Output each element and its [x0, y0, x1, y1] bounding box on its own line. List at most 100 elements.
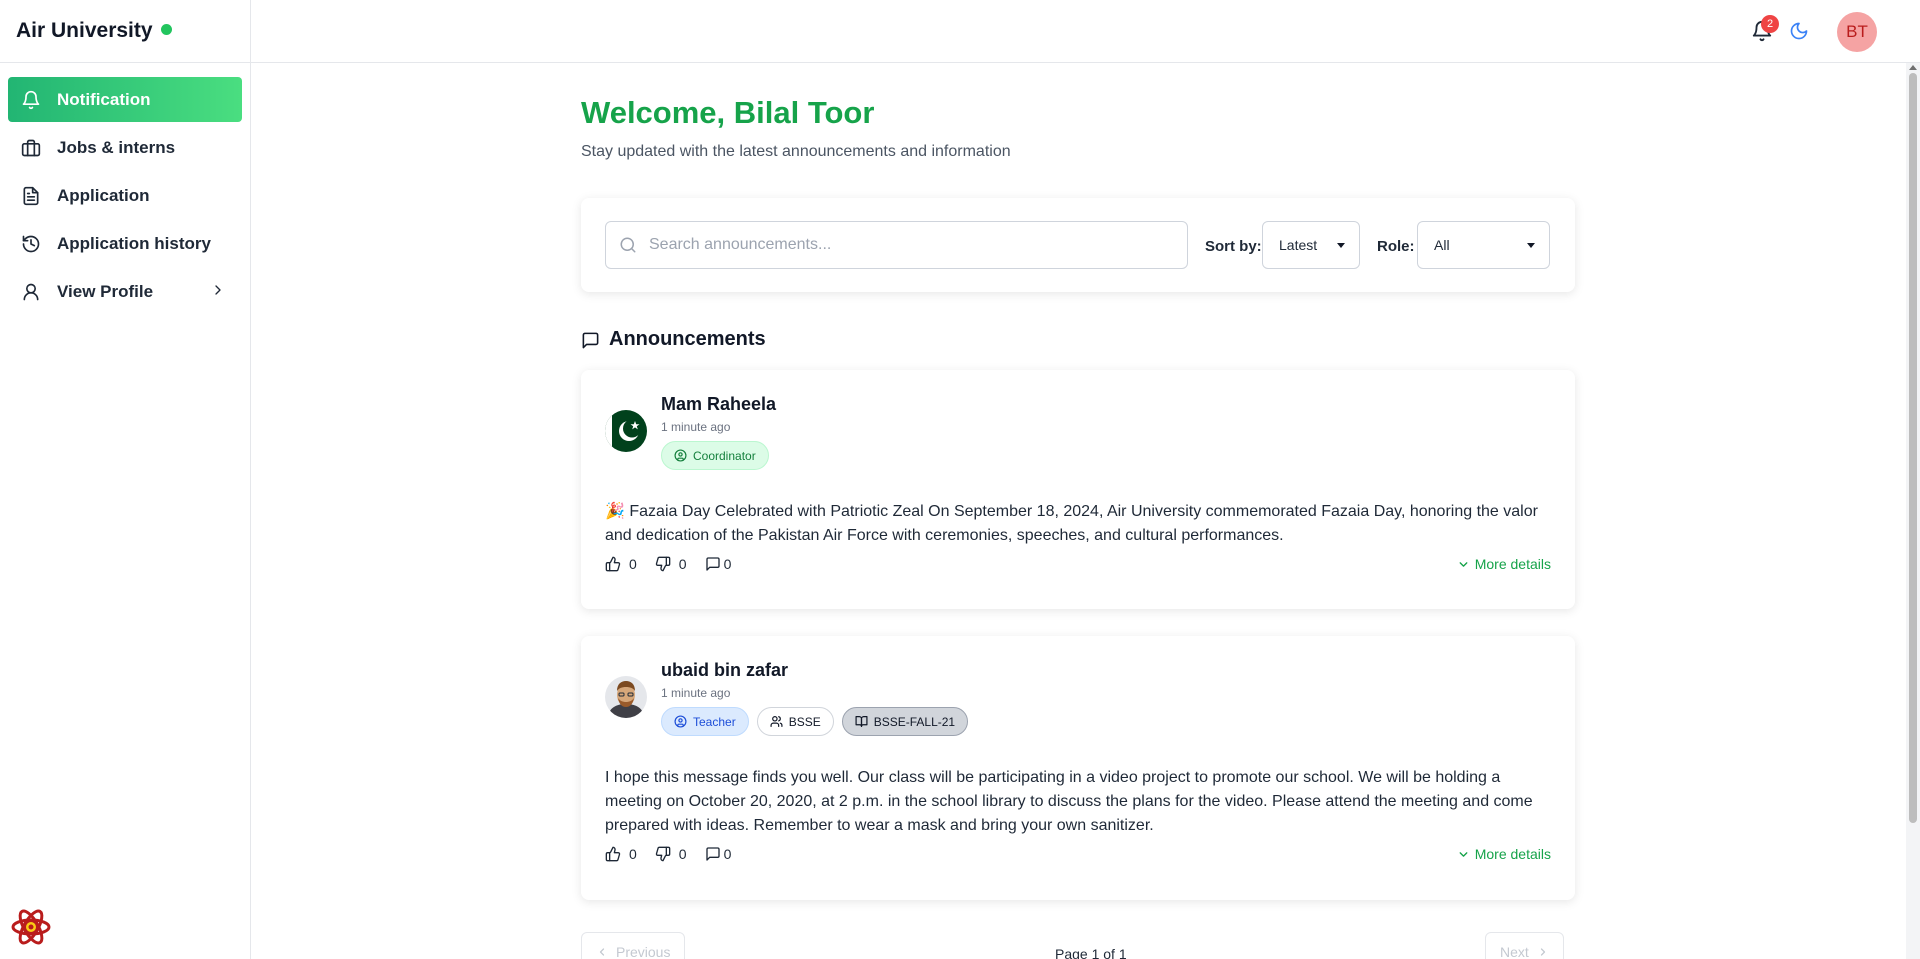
chevron-down-icon: [1457, 848, 1470, 861]
section-badge: BSSE-FALL-21: [841, 707, 969, 736]
chevron-right-icon: [1537, 946, 1549, 958]
next-page-button[interactable]: Next: [1485, 932, 1564, 959]
comment-count: 0: [723, 556, 732, 572]
like-count: 0: [629, 556, 637, 572]
like-count: 0: [629, 846, 637, 862]
sidebar-item-label: Application: [57, 185, 150, 205]
search-input[interactable]: [649, 236, 1169, 254]
more-details-label: More details: [1474, 846, 1551, 862]
bell-icon: [20, 89, 42, 111]
react-logo-icon[interactable]: [10, 906, 52, 948]
role-select[interactable]: All: [1417, 221, 1550, 269]
previous-page-label: Previous: [616, 944, 671, 959]
comment-icon: [705, 556, 721, 572]
book-open-icon: [855, 715, 868, 728]
department-badge-label: BSSE: [788, 714, 821, 729]
section-badge-label: BSSE-FALL-21: [873, 714, 956, 729]
sidebar-item-application[interactable]: Application: [8, 173, 242, 218]
topbar: 2 BT: [251, 0, 1920, 63]
dislike-button[interactable]: 0: [655, 556, 687, 572]
thumbs-down-icon: [655, 846, 671, 862]
thumbs-up-icon: [605, 556, 621, 572]
user-icon: [20, 281, 42, 303]
app-root: Air University Notification Jobs & inter…: [0, 0, 1920, 959]
page-scrollbar[interactable]: [1906, 63, 1920, 959]
announcement-card: ubaid bin zafar 1 minute ago Teacher BSS…: [581, 636, 1575, 900]
post-time: 1 minute ago: [661, 686, 731, 700]
reaction-bar: 0 0 0: [605, 846, 749, 862]
comment-button[interactable]: 0: [705, 556, 732, 572]
caret-down-icon: [1337, 243, 1345, 248]
caret-down-icon: [1527, 243, 1535, 248]
user-circle-icon: [674, 449, 687, 462]
dark-mode-toggle-icon[interactable]: [1789, 21, 1811, 43]
sidebar: Air University Notification Jobs & inter…: [0, 0, 251, 959]
users-icon: [770, 715, 783, 728]
author-avatar: [605, 676, 647, 718]
chevron-left-icon: [596, 946, 608, 958]
sidebar-item-label: View Profile: [57, 281, 154, 301]
comment-count: 0: [723, 846, 732, 862]
thumbs-up-icon: [605, 846, 621, 862]
announcement-card: Mam Raheela 1 minute ago Coordinator 🎉 F…: [581, 370, 1575, 609]
sidebar-item-label: Application history: [57, 233, 211, 253]
comment-icon: [705, 846, 721, 862]
announcement-body: 🎉 Fazaia Day Celebrated with Patriotic Z…: [605, 503, 1538, 544]
scrollbar-thumb[interactable]: [1909, 73, 1917, 823]
author-avatar: [605, 410, 647, 452]
reaction-bar: 0 0 0: [605, 556, 749, 572]
brand: Air University: [0, 0, 250, 63]
announcement-body: I hope this message finds you well. Our …: [605, 769, 1533, 834]
chevron-right-icon: [210, 282, 226, 303]
history-icon: [20, 233, 42, 255]
author-name: ubaid bin zafar: [661, 660, 789, 680]
sort-select[interactable]: Latest: [1262, 221, 1360, 269]
search-box[interactable]: [605, 221, 1188, 269]
more-details-label: More details: [1474, 556, 1551, 572]
dislike-count: 0: [678, 846, 687, 862]
sidebar-item-application-history[interactable]: Application history: [8, 221, 242, 266]
role-label: Role:: [1377, 238, 1415, 255]
thumbs-down-icon: [655, 556, 671, 572]
sort-select-value: Latest: [1279, 237, 1318, 253]
scroll-up-arrow-icon[interactable]: [1909, 65, 1917, 70]
role-badge-label: Teacher: [693, 714, 736, 729]
page-title: Welcome, Bilal Toor: [581, 95, 875, 130]
comment-button[interactable]: 0: [705, 846, 732, 862]
role-badge: Coordinator: [661, 441, 769, 470]
author-tags: Coordinator: [661, 441, 769, 470]
sidebar-item-notification[interactable]: Notification: [8, 77, 242, 122]
sidebar-item-jobs-interns[interactable]: Jobs & interns: [8, 125, 242, 170]
search-icon: [619, 236, 637, 254]
role-select-value: All: [1434, 237, 1450, 253]
page-subtitle: Stay updated with the latest announcemen…: [581, 143, 1011, 160]
user-circle-icon: [674, 715, 687, 728]
dislike-button[interactable]: 0: [655, 846, 687, 862]
next-page-label: Next: [1500, 944, 1529, 959]
user-avatar[interactable]: BT: [1837, 12, 1877, 52]
sidebar-item-label: Notification: [57, 89, 151, 109]
more-details-button[interactable]: More details: [1457, 846, 1551, 862]
page-indicator: Page 1 of 1: [1055, 946, 1127, 959]
more-details-button[interactable]: More details: [1457, 556, 1551, 572]
sidebar-item-label: Jobs & interns: [57, 137, 176, 157]
chevron-down-icon: [1457, 558, 1470, 571]
briefcase-icon: [20, 137, 42, 159]
department-badge: BSSE: [756, 707, 834, 736]
sort-label: Sort by:: [1205, 238, 1262, 255]
sidebar-nav: Notification Jobs & interns Application …: [0, 63, 250, 314]
dislike-count: 0: [678, 556, 687, 572]
previous-page-button[interactable]: Previous: [581, 932, 686, 959]
brand-name: Air University: [16, 19, 153, 42]
like-button[interactable]: 0: [605, 846, 637, 862]
sidebar-item-view-profile[interactable]: View Profile: [8, 269, 242, 314]
author-name: Mam Raheela: [661, 394, 777, 414]
announcements-heading-text: Announcements: [609, 328, 766, 350]
post-time: 1 minute ago: [661, 420, 731, 434]
announcements-heading: Announcements: [581, 328, 766, 351]
online-status-dot: [160, 24, 172, 35]
filter-bar: Sort by: Latest Role: All: [581, 198, 1575, 292]
document-icon: [20, 185, 42, 207]
like-button[interactable]: 0: [605, 556, 637, 572]
author-tags: Teacher BSSE BSSE-FALL-21: [661, 707, 969, 736]
